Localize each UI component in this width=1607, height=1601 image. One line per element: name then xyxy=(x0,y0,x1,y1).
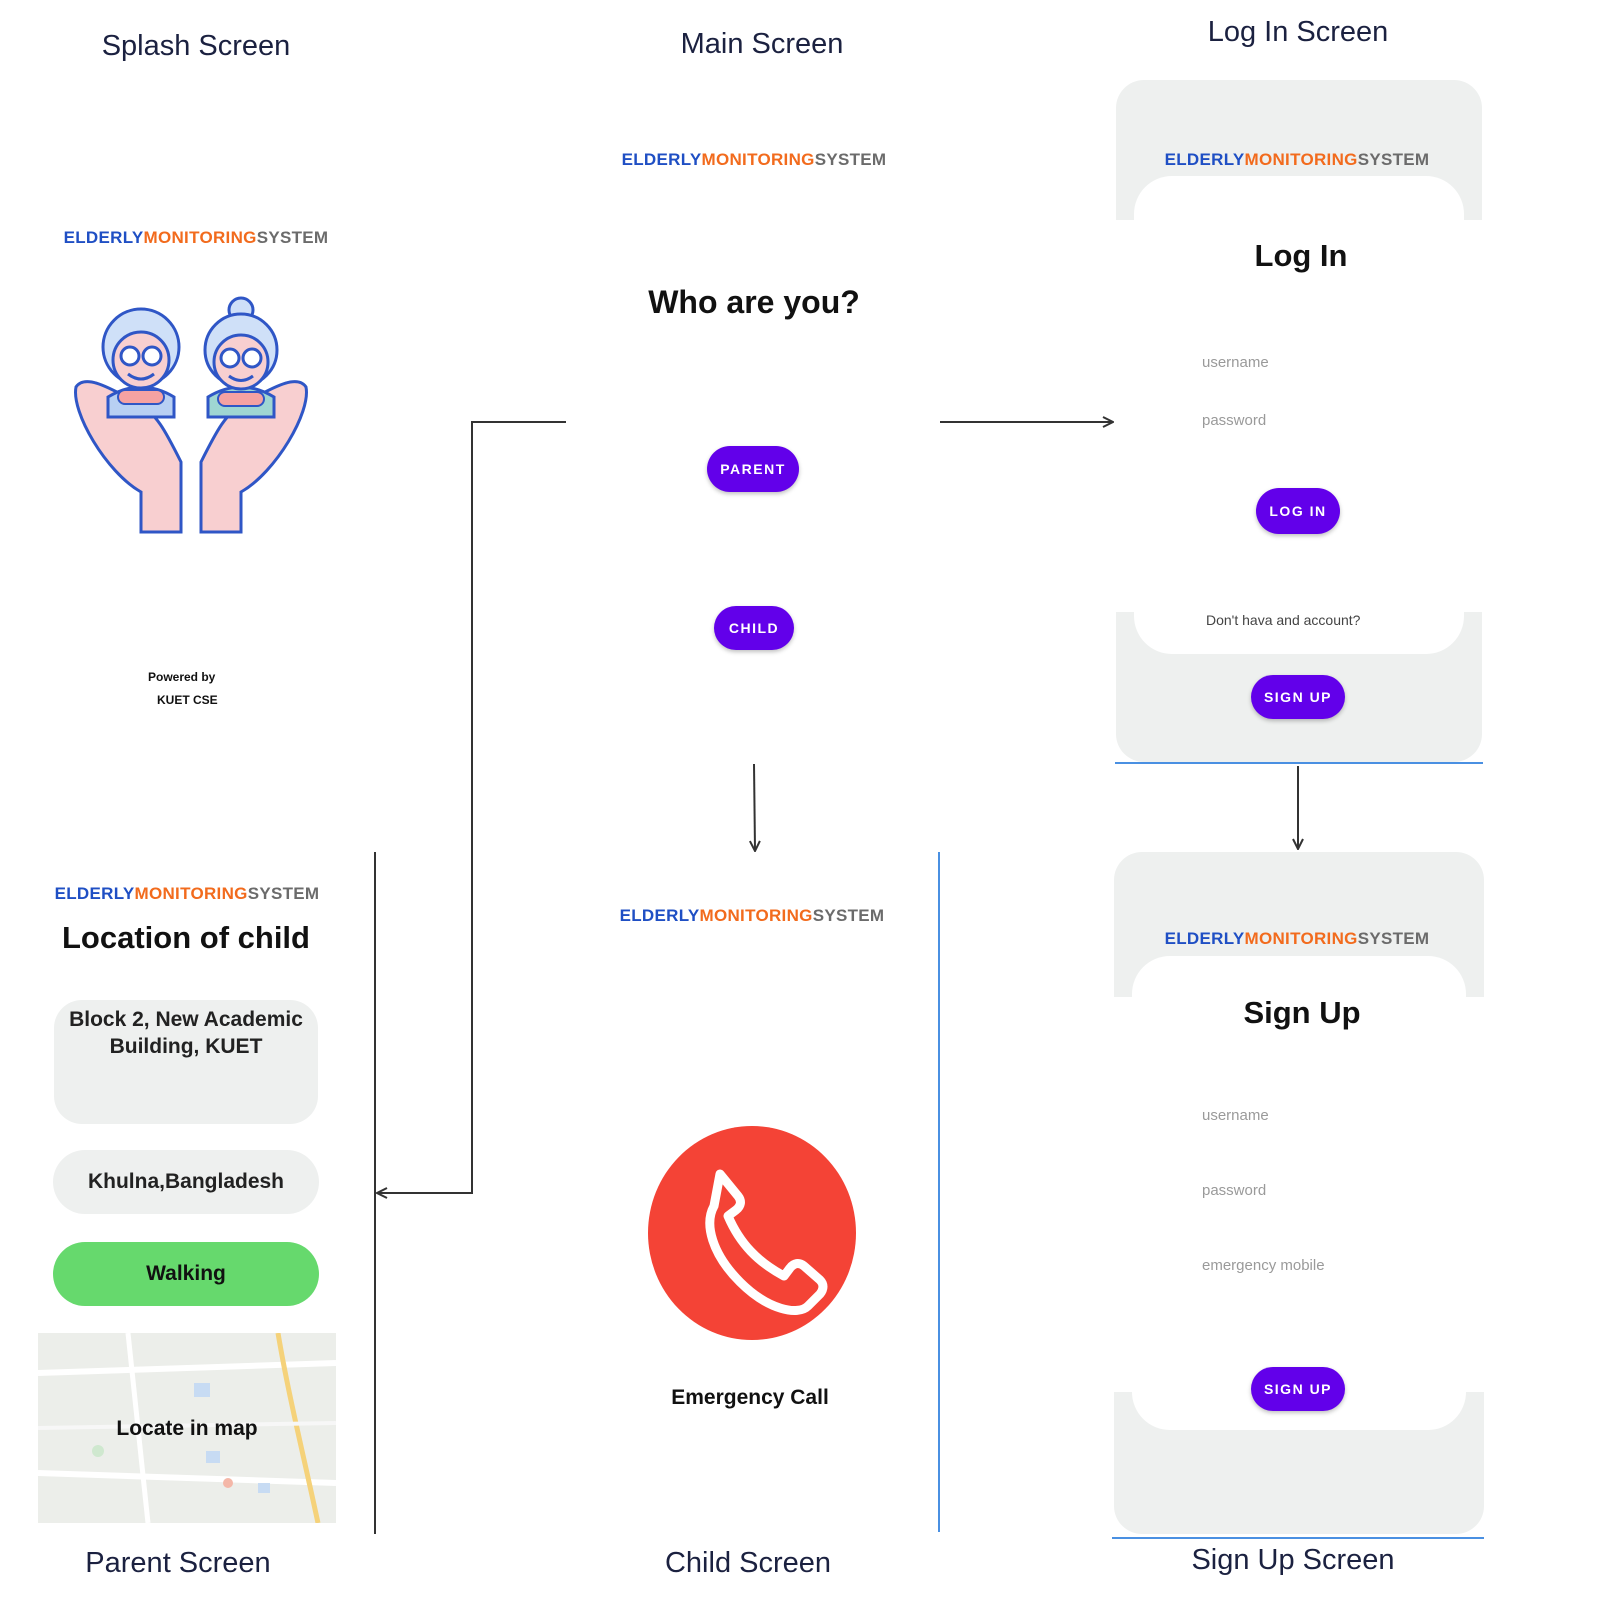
main-to-parent-arrow xyxy=(378,421,566,1193)
main-to-child-arrow xyxy=(754,763,755,850)
flow-connectors xyxy=(0,0,1607,1601)
